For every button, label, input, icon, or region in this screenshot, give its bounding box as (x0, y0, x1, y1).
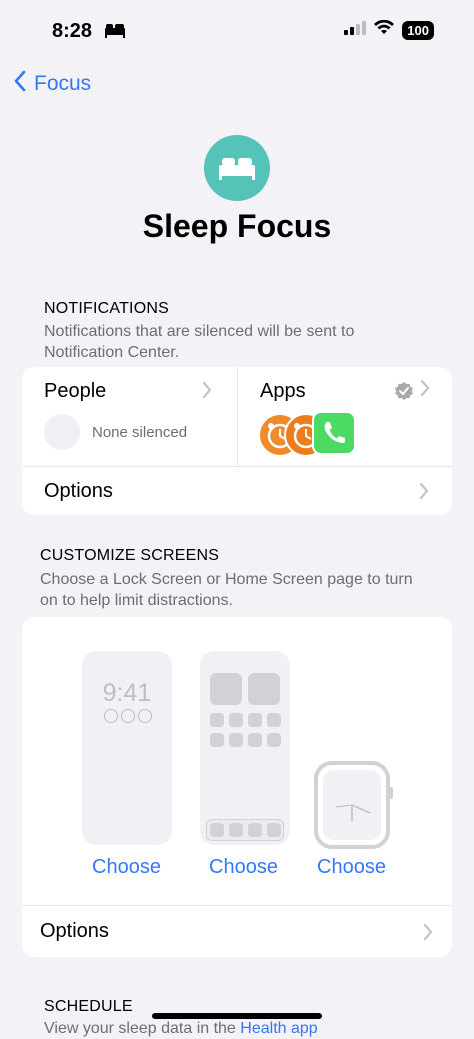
notifications-card: People None silenced Apps Options (22, 367, 452, 515)
status-time: 8:28 (52, 20, 93, 42)
choose-watch-face-button[interactable]: Choose (317, 856, 386, 879)
chevron-right-icon (202, 379, 212, 405)
schedule-heading: SCHEDULE (44, 998, 133, 1015)
back-label: Focus (34, 72, 92, 95)
chevron-right-icon (419, 482, 429, 505)
home-screen-preview[interactable] (200, 651, 290, 845)
choose-lock-screen-button[interactable]: Choose (92, 856, 161, 879)
bed-icon (104, 22, 126, 43)
lock-screen-time: 9:41 (102, 679, 152, 707)
wifi-icon (374, 19, 395, 40)
chevron-right-icon (423, 923, 433, 946)
cellular-signal-icon (344, 20, 367, 40)
home-indicator[interactable] (152, 1013, 322, 1019)
phone-app-icon (312, 411, 356, 455)
status-indicators: 100 (344, 19, 434, 40)
lock-screen-preview[interactable]: 9:41 (82, 651, 172, 845)
page-title: Sleep Focus (142, 208, 332, 244)
apps-label: Apps (260, 380, 306, 402)
customize-subtitle-line2: on to help limit distractions. (40, 592, 233, 609)
notifications-subtitle-line1: Notifications that are silenced will be … (44, 323, 355, 340)
sleep-focus-icon (204, 135, 270, 201)
apps-cell[interactable]: Apps (238, 367, 452, 466)
customize-options-row[interactable]: Options (22, 906, 452, 957)
battery-icon: 100 (402, 20, 434, 40)
people-status: None silenced (92, 424, 188, 441)
customize-heading: CUSTOMIZE SCREENS (40, 547, 220, 564)
notifications-heading: NOTIFICATIONS (44, 300, 169, 317)
chevron-right-icon (420, 379, 430, 402)
health-app-link[interactable]: Health app (240, 1020, 317, 1037)
notifications-subtitle-line2: Notification Center. (44, 344, 180, 361)
schedule-subtitle-text: View your sleep data in the (44, 1020, 236, 1037)
chevron-left-icon (14, 70, 26, 98)
notifications-options-label: Options (44, 480, 113, 502)
choose-home-screen-button[interactable]: Choose (209, 856, 278, 879)
customize-options-label: Options (40, 920, 109, 942)
watch-face-preview[interactable] (314, 761, 394, 854)
verified-badge-icon (394, 381, 414, 406)
people-cell[interactable]: People None silenced (22, 367, 237, 466)
schedule-subtitle: View your sleep data in the Health app (44, 1018, 318, 1039)
notifications-options-row[interactable]: Options (22, 467, 452, 515)
people-placeholder-avatar (44, 414, 80, 450)
people-label: People (44, 380, 107, 402)
customize-card: 9:41 Choose Choose Choose Options (22, 617, 452, 957)
back-button[interactable]: Focus (14, 70, 91, 98)
customize-subtitle-line1: Choose a Lock Screen or Home Screen page… (40, 571, 413, 588)
lock-screen-widgets (104, 709, 152, 723)
